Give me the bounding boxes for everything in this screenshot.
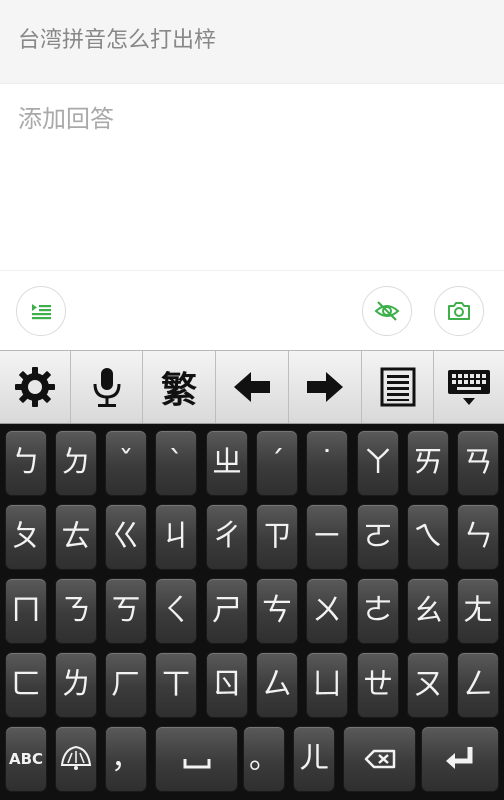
key[interactable]: ㄔ <box>206 504 248 570</box>
key[interactable]: ㄧ <box>306 504 348 570</box>
key[interactable]: ㄟ <box>407 504 449 570</box>
key[interactable]: ˊ <box>256 430 298 496</box>
key[interactable]: ㄜ <box>357 578 399 644</box>
hide-keyboard-button[interactable] <box>434 351 504 423</box>
key[interactable]: ㄉ <box>55 430 97 496</box>
key[interactable]: ㄋ <box>55 578 97 644</box>
key[interactable]: ˇ <box>105 430 147 496</box>
eye-off-icon <box>374 301 400 321</box>
backspace-icon <box>364 749 395 769</box>
gear-icon <box>15 367 55 407</box>
indent-list-icon <box>32 304 51 320</box>
key[interactable]: ㄛ <box>357 504 399 570</box>
format-button[interactable] <box>16 286 66 336</box>
handwriting-key[interactable] <box>55 726 97 792</box>
traditional-chinese-toggle[interactable]: 繁 <box>143 351 216 423</box>
enter-return-icon <box>446 747 473 769</box>
enter-key[interactable] <box>421 726 499 792</box>
zhuyin-keyboard: ㄅ ㄉ ˇ ˋ ㄓ ˊ ˙ ㄚ ㄞ ㄢ ㄆ ㄊ ㄍ ㄐ ㄔ ㄗ ㄧ ㄛ ㄟ ㄣ … <box>0 424 504 800</box>
space-bar-icon <box>183 759 210 769</box>
key[interactable]: ㄡ <box>407 652 449 718</box>
keyboard-row-1: ㄅ ㄉ ˇ ˋ ㄓ ˊ ˙ ㄚ ㄞ ㄢ <box>0 430 504 496</box>
camera-icon <box>448 302 470 320</box>
question-title: 台湾拼音怎么打出梓 <box>18 28 217 53</box>
key[interactable]: ㄤ <box>457 578 499 644</box>
key[interactable]: ㄣ <box>457 504 499 570</box>
microphone-icon <box>93 368 120 407</box>
traditional-label: 繁 <box>160 369 197 411</box>
camera-button[interactable] <box>434 286 484 336</box>
answer-input[interactable]: 添加回答 <box>0 84 504 270</box>
ime-toolbar: 繁 <box>0 350 504 424</box>
question-header: 台湾拼音怎么打出梓 <box>0 0 504 84</box>
key[interactable]: ㄏ <box>105 652 147 718</box>
key[interactable]: ㄩ <box>306 652 348 718</box>
answer-action-row <box>0 270 504 350</box>
key[interactable]: ㄅ <box>5 430 47 496</box>
backspace-key[interactable] <box>343 726 416 792</box>
key[interactable]: ㄞ <box>407 430 449 496</box>
cursor-right-button[interactable] <box>289 351 362 423</box>
key[interactable]: ㄨ <box>306 578 348 644</box>
settings-button[interactable] <box>0 351 71 423</box>
key[interactable]: ˋ <box>155 430 197 496</box>
period-key[interactable]: 。 <box>243 726 285 792</box>
answer-placeholder: 添加回答 <box>18 105 114 133</box>
keyboard-hide-icon <box>448 370 490 405</box>
handwriting-fan-icon <box>60 745 92 770</box>
key[interactable]: ㄝ <box>357 652 399 718</box>
space-key[interactable] <box>155 726 238 792</box>
keyboard-row-4: ㄈ ㄌ ㄏ ㄒ ㄖ ㄙ ㄩ ㄝ ㄡ ㄥ <box>0 652 504 718</box>
key[interactable]: ㄠ <box>407 578 449 644</box>
key[interactable]: ㄊ <box>55 504 97 570</box>
key[interactable]: ㄖ <box>206 652 248 718</box>
arrow-left-icon <box>234 372 270 402</box>
key[interactable]: ㄑ <box>155 578 197 644</box>
key[interactable]: ㄘ <box>256 578 298 644</box>
key[interactable]: ㄎ <box>105 578 147 644</box>
cursor-left-button[interactable] <box>216 351 289 423</box>
key[interactable]: ㄗ <box>256 504 298 570</box>
arrow-right-icon <box>307 372 343 402</box>
anonymous-toggle-button[interactable] <box>362 286 412 336</box>
keyboard-row-5: ABC ， 。 ㄦ <box>0 726 504 792</box>
key[interactable]: ㄒ <box>155 652 197 718</box>
key[interactable]: ㄈ <box>5 652 47 718</box>
clipboard-button[interactable] <box>362 351 434 423</box>
key[interactable]: ㄥ <box>457 652 499 718</box>
keyboard-row-2: ㄆ ㄊ ㄍ ㄐ ㄔ ㄗ ㄧ ㄛ ㄟ ㄣ <box>0 504 504 570</box>
key[interactable]: ㄢ <box>457 430 499 496</box>
key[interactable]: ㄦ <box>293 726 335 792</box>
keyboard-row-3: ㄇ ㄋ ㄎ ㄑ ㄕ ㄘ ㄨ ㄜ ㄠ ㄤ <box>0 578 504 644</box>
key[interactable]: ㄐ <box>155 504 197 570</box>
abc-switch-key[interactable]: ABC <box>5 726 47 792</box>
key[interactable]: ㄚ <box>357 430 399 496</box>
clipboard-icon <box>380 367 415 407</box>
comma-key[interactable]: ， <box>105 726 147 792</box>
key[interactable]: ㄕ <box>206 578 248 644</box>
key[interactable]: ㄌ <box>55 652 97 718</box>
key[interactable]: ˙ <box>306 430 348 496</box>
key[interactable]: ㄆ <box>5 504 47 570</box>
voice-input-button[interactable] <box>71 351 143 423</box>
key[interactable]: ㄓ <box>206 430 248 496</box>
key[interactable]: ㄍ <box>105 504 147 570</box>
key[interactable]: ㄙ <box>256 652 298 718</box>
key[interactable]: ㄇ <box>5 578 47 644</box>
